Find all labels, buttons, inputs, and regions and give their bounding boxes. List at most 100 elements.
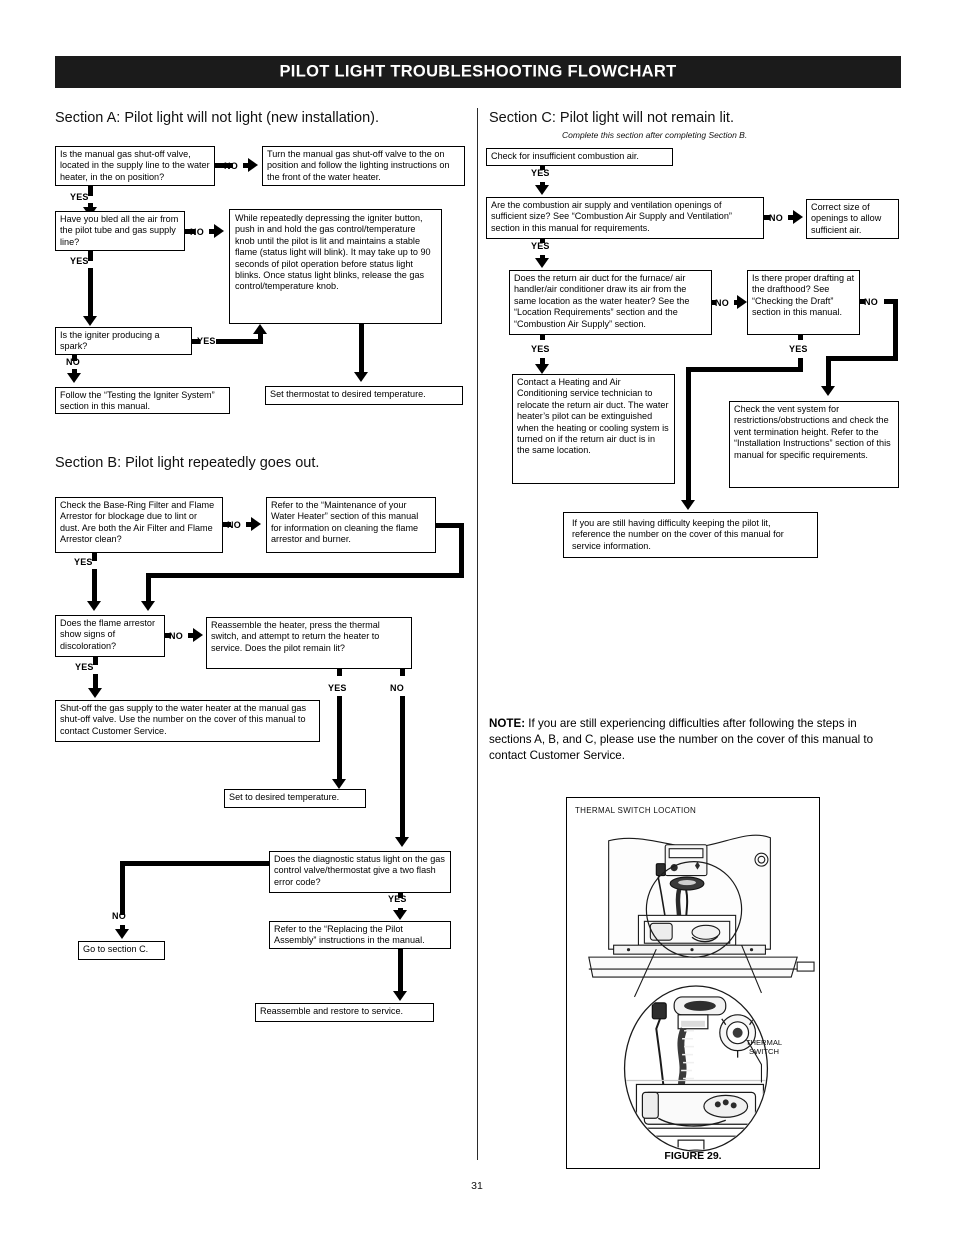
thermal-switch-callout: THERMAL SWITCH [729, 1038, 799, 1056]
arrow-b1-yes [87, 601, 101, 611]
connector-c4-yes-run [686, 367, 803, 372]
connector-b7-down [398, 949, 403, 993]
note-label: NOTE: [489, 717, 526, 730]
connector-c4-no-riser [893, 299, 898, 361]
label-b4-yes: YES [328, 683, 347, 693]
box-shutoff-valve: Is the manual gas shut-off valve, locate… [55, 146, 215, 186]
arrow-a5-no [67, 373, 81, 383]
page-title-bar: PILOT LIGHT TROUBLESHOOTING FLOWCHART [55, 56, 901, 88]
label-c3-yes: YES [531, 344, 550, 354]
connector-b6-no-drop [120, 861, 125, 915]
arrow-b6-yes [393, 910, 407, 920]
label-b1-no: NO [227, 520, 241, 530]
arrow-b3-no [193, 628, 203, 642]
label-c2-no: NO [769, 213, 783, 223]
connector-b1-yes-stem2 [92, 569, 97, 603]
section-c-subheading: Complete this section after completing S… [562, 130, 748, 140]
connector-a1-yes-stem [88, 186, 93, 196]
arrow-b2-down [141, 601, 155, 611]
figure-caption: FIGURE 29. [664, 1150, 722, 1162]
connector-b4-yes-stem2 [337, 696, 342, 781]
thermal-switch-callout-line2: SWITCH [749, 1047, 779, 1056]
box-goto-section-c: Go to section C. [78, 941, 165, 960]
label-b6-yes: YES [388, 894, 407, 904]
label-c1-yes: YES [531, 168, 550, 178]
arrow-c1-yes [535, 185, 549, 195]
label-a5-no: NO [66, 357, 80, 367]
arrow-a4-down [354, 372, 368, 382]
connector-b3-yes-stem [93, 657, 98, 665]
box-still-difficulty: If you are still having difficulty keepi… [563, 512, 818, 558]
arrow-a1-no [248, 158, 258, 172]
arrow-c3-yes [535, 364, 549, 374]
box-replacing-pilot: Refer to the “Replacing the Pilot Assemb… [269, 921, 451, 949]
label-a1-yes: YES [70, 192, 89, 202]
box-shutoff-contact: Shut-off the gas supply to the water hea… [55, 700, 320, 742]
connector-b2-riser [459, 523, 464, 578]
arrow-a3-yes [83, 316, 97, 326]
arrow-c2-yes [535, 258, 549, 268]
arrow-b7-down [393, 991, 407, 1001]
arrow-c3-no [737, 295, 747, 309]
figure-29: THERMAL SWITCH LOCATION THERMAL SWITCH F… [566, 797, 820, 1169]
box-turn-valve-on: Turn the manual gas shut-off valve to th… [262, 146, 465, 186]
box-check-filter: Check the Base-Ring Filter and Flame Arr… [55, 497, 223, 553]
section-b-heading: Section B: Pilot light repeatedly goes o… [55, 455, 320, 471]
connector-a3-yes-stem [88, 251, 93, 261]
connector-a5-yes-riser [258, 334, 263, 339]
arrow-b4-yes [332, 779, 346, 789]
box-set-thermostat: Set thermostat to desired temperature. [265, 386, 463, 405]
box-proper-drafting: Is there proper drafting at the drafthoo… [747, 270, 860, 335]
label-b3-yes: YES [75, 662, 94, 672]
note-block: NOTE: If you are still experiencing diff… [489, 716, 879, 764]
label-c2-yes: YES [531, 241, 550, 251]
connector-a5-yes-run [216, 339, 263, 344]
box-check-vent: Check the vent system for restrictions/o… [729, 401, 899, 488]
box-contact-hvac: Contact a Heating and Air Conditioning s… [512, 374, 675, 484]
box-discoloration: Does the flame arrestor show signs of di… [55, 615, 165, 657]
arrow-c2-no [793, 210, 803, 224]
label-b3-no: NO [169, 631, 183, 641]
section-a-heading: Section A: Pilot light will not light (n… [55, 110, 379, 126]
arrow-b4-no [395, 837, 409, 847]
box-testing-igniter: Follow the “Testing the Igniter System” … [55, 387, 230, 414]
box-two-flash: Does the diagnostic status light on the … [269, 851, 451, 893]
column-divider [477, 108, 478, 1160]
box-depress-igniter: While repeatedly depressing the igniter … [229, 209, 442, 324]
page-number: 31 [471, 1180, 483, 1192]
box-maintenance-ref: Refer to the “Maintenance of your Water … [266, 497, 436, 553]
arrow-b3-yes [88, 688, 102, 698]
box-check-combustion: Check for insufficient combustion air. [486, 148, 673, 166]
connector-b4-no-stem2 [400, 696, 405, 839]
label-c4-yes: YES [789, 344, 808, 354]
connector-b4-no-stem [400, 669, 405, 676]
connector-b4-yes-stem [337, 669, 342, 676]
box-openings-size: Are the combustion air supply and ventil… [486, 197, 764, 239]
connector-b1-yes-stem [92, 553, 97, 561]
document-page: PILOT LIGHT TROUBLESHOOTING FLOWCHART Se… [0, 0, 954, 1235]
connector-c4-yes-drop [686, 367, 691, 502]
box-reassemble-restore: Reassemble and restore to service. [255, 1003, 434, 1022]
connector-c4-no-drop [826, 356, 831, 388]
water-heater-diagram [588, 834, 815, 1152]
label-a3-no: NO [190, 227, 204, 237]
box-correct-size: Correct size of openings to allow suffic… [806, 199, 899, 239]
connector-a3-yes-stem2 [88, 268, 93, 318]
arrow-b6-no [115, 929, 129, 939]
arrow-b1-no [251, 517, 261, 531]
box-igniter-spark: Is the igniter producing a spark? [55, 327, 192, 355]
box-bled-air: Have you bled all the air from the pilot… [55, 211, 185, 251]
label-c4-no: NO [864, 297, 878, 307]
label-b1-yes: YES [74, 557, 93, 567]
box-reassemble-press: Reassemble the heater, press the thermal… [206, 617, 412, 669]
thermal-switch-callout-line1: THERMAL [745, 1038, 783, 1047]
connector-b2-run [146, 573, 464, 578]
page-title: PILOT LIGHT TROUBLESHOOTING FLOWCHART [279, 62, 677, 81]
arrow-c4-yes [681, 500, 695, 510]
connector-b6-no-run [120, 861, 270, 866]
label-a3-yes: YES [70, 256, 89, 266]
arrow-c4-no [821, 386, 835, 396]
connector-c3-yes-stem [540, 335, 545, 340]
label-a5-yes: YES [197, 336, 216, 346]
box-return-duct: Does the return air duct for the furnace… [509, 270, 712, 335]
